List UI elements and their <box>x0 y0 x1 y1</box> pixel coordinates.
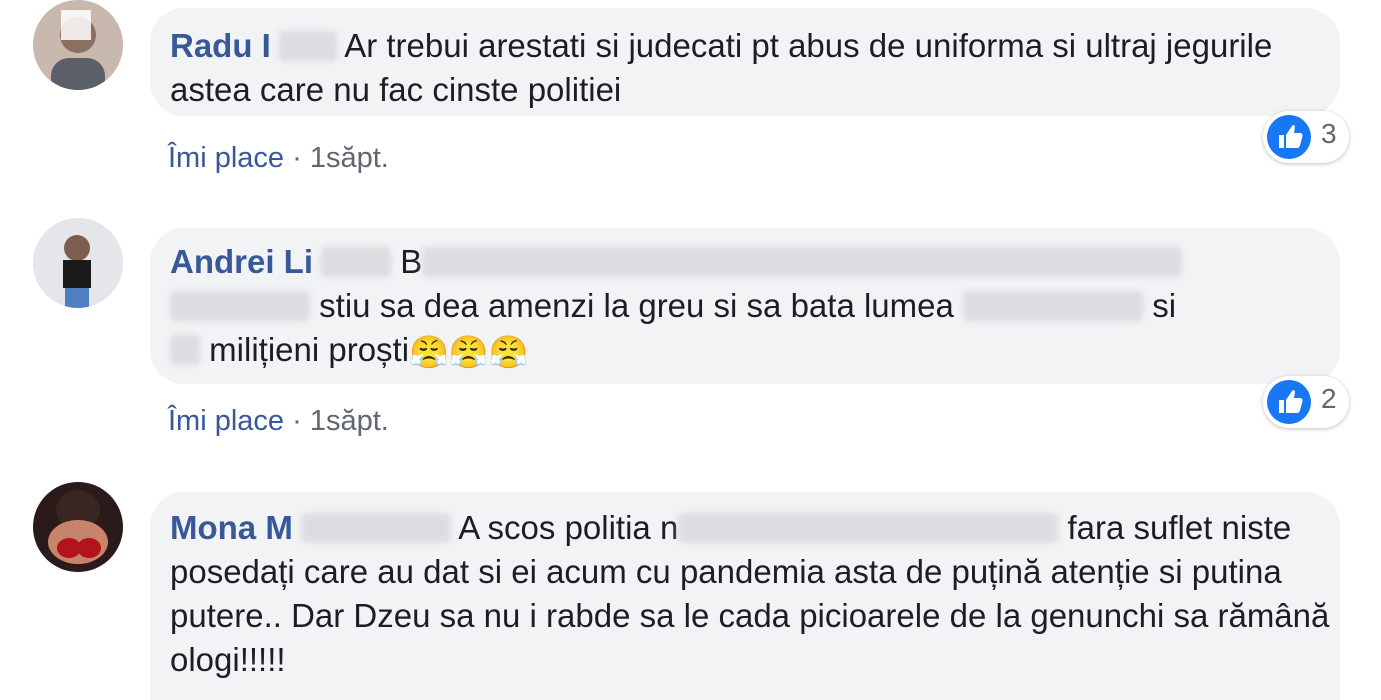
meta-separator: · <box>292 142 302 174</box>
redacted-text <box>963 291 1144 321</box>
avatar-photo <box>33 482 123 572</box>
redacted-text <box>170 291 310 321</box>
avatar-photo <box>33 0 123 90</box>
redacted-text <box>300 513 451 543</box>
comment-body-part: si <box>1152 287 1177 324</box>
like-thumb-icon <box>1267 115 1311 159</box>
comment-author[interactable]: Radu I <box>170 27 271 64</box>
redacted-text <box>170 335 200 365</box>
redacted-text <box>321 247 392 277</box>
comment-author[interactable]: Mona M <box>170 509 293 546</box>
steam-face-emoji: 😤😤😤 <box>409 334 529 370</box>
avatar[interactable] <box>33 0 123 90</box>
comment-meta: Îmi place · 1săpt. <box>168 405 389 438</box>
like-link[interactable]: Îmi place <box>168 142 284 174</box>
reaction-summary[interactable]: 2 <box>1263 376 1349 428</box>
comment-meta: Îmi place · 1săpt. <box>168 142 389 175</box>
redacted-text <box>278 31 337 61</box>
comment-body-part: milițieni proști <box>209 331 410 368</box>
reaction-count: 2 <box>1321 383 1337 414</box>
comment-time[interactable]: 1săpt. <box>310 142 389 174</box>
like-link[interactable]: Îmi place <box>168 405 284 437</box>
comment-text: Radu I Ar trebui arestati si judecati pt… <box>170 24 1330 112</box>
comment-text: Andrei Li B stiu sa dea amenzi la greu s… <box>170 240 1330 374</box>
reaction-count: 3 <box>1321 118 1337 149</box>
comment-body-part: A scos politia n <box>458 509 679 546</box>
comment-text: Mona M A scos politia n fara suflet nist… <box>170 506 1330 682</box>
avatar[interactable] <box>33 218 123 308</box>
redacted-text <box>678 513 1059 543</box>
comment-body-part: B <box>400 243 423 280</box>
redacted-text <box>422 247 1183 277</box>
reaction-summary[interactable]: 3 <box>1263 111 1349 163</box>
comment-body-part: stiu sa dea amenzi la greu si sa bata lu… <box>319 287 954 324</box>
avatar[interactable] <box>33 482 123 572</box>
comment-author[interactable]: Andrei Li <box>170 243 313 280</box>
comment-time[interactable]: 1săpt. <box>310 405 389 437</box>
meta-separator: · <box>292 405 302 437</box>
avatar-photo <box>33 218 123 308</box>
like-thumb-icon <box>1267 380 1311 424</box>
